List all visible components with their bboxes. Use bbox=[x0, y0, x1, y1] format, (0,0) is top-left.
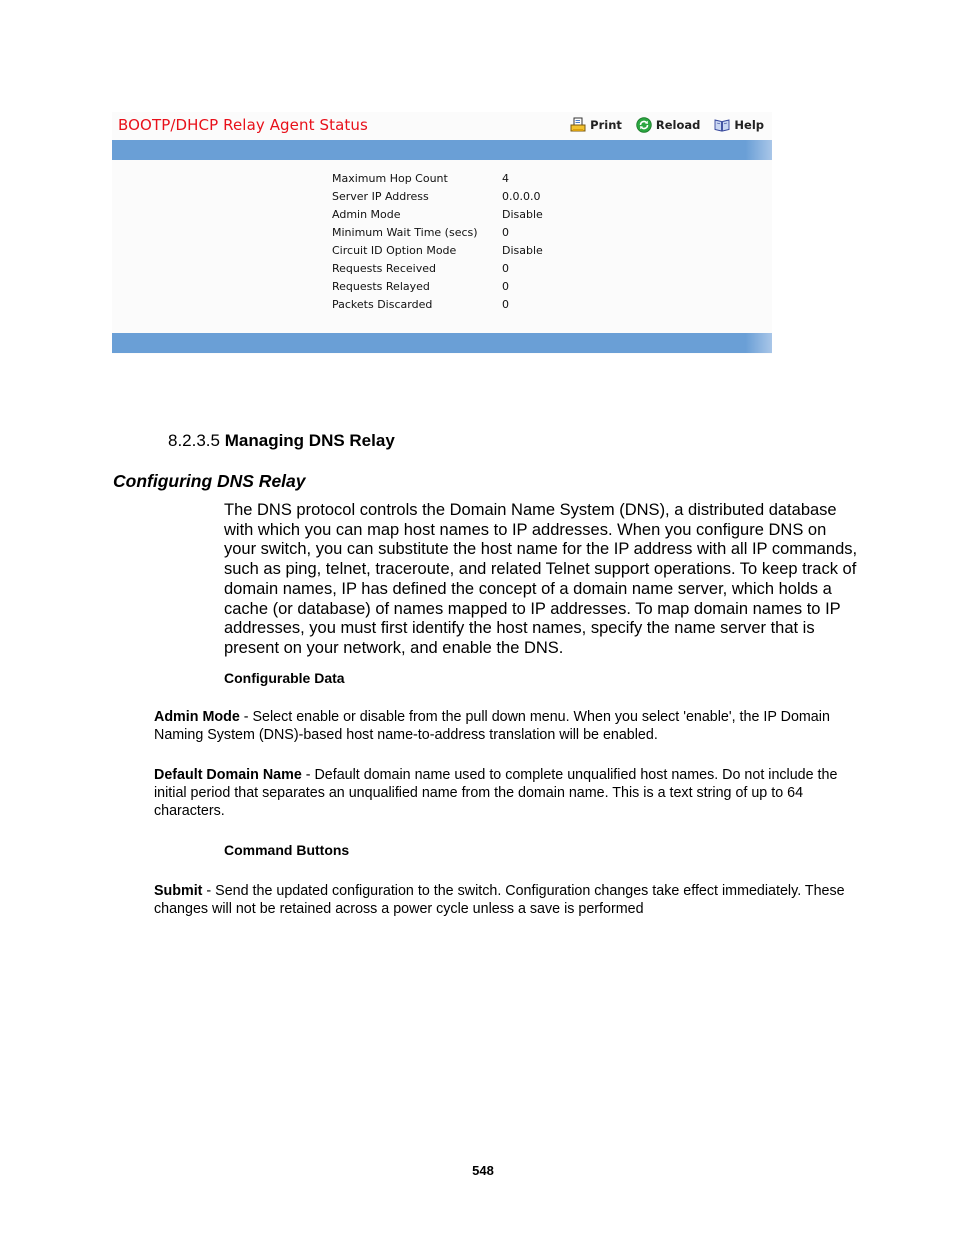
row-label: Admin Mode bbox=[332, 208, 401, 221]
footer-bar bbox=[112, 333, 772, 353]
field-name: Admin Mode bbox=[154, 709, 240, 725]
intro-paragraph: The DNS protocol controls the Domain Nam… bbox=[224, 501, 858, 657]
header-bar bbox=[112, 140, 772, 160]
book-icon bbox=[714, 119, 730, 132]
table-row: Circuit ID Option Mode Disable bbox=[332, 242, 543, 260]
printer-icon bbox=[570, 117, 586, 132]
page-number: 548 bbox=[472, 1163, 494, 1178]
print-label: Print bbox=[590, 118, 622, 132]
table-row: Packets Discarded 0 bbox=[332, 296, 543, 314]
row-value: 0 bbox=[502, 226, 509, 239]
row-label: Requests Received bbox=[332, 262, 436, 275]
panel-toolbar: Print Reload Help bbox=[570, 117, 764, 133]
field-description: Admin Mode - Select enable or disable fr… bbox=[154, 708, 860, 744]
panel-title: BOOTP/DHCP Relay Agent Status bbox=[118, 116, 368, 134]
field-text: - Select enable or disable from the pull… bbox=[154, 709, 830, 743]
button-text: - Send the updated configuration to the … bbox=[154, 883, 845, 917]
section-number: 8.2.3.5 bbox=[168, 431, 220, 450]
row-value: 0 bbox=[502, 280, 509, 293]
row-value: 0 bbox=[502, 298, 509, 311]
row-label: Server IP Address bbox=[332, 190, 429, 203]
section-title: Managing DNS Relay bbox=[224, 431, 395, 450]
row-label: Packets Discarded bbox=[332, 298, 433, 311]
configurable-data-heading: Configurable Data bbox=[224, 670, 345, 686]
row-label: Requests Relayed bbox=[332, 280, 430, 293]
command-buttons-heading: Command Buttons bbox=[224, 842, 350, 858]
table-row: Server IP Address 0.0.0.0 bbox=[332, 188, 543, 206]
field-name: Default Domain Name bbox=[154, 767, 302, 783]
button-description: Submit - Send the updated configuration … bbox=[154, 882, 860, 918]
row-label: Maximum Hop Count bbox=[332, 172, 448, 185]
help-button[interactable]: Help bbox=[714, 117, 764, 133]
reload-label: Reload bbox=[655, 118, 701, 132]
row-label: Minimum Wait Time (secs) bbox=[332, 226, 478, 239]
reload-button[interactable]: Reload bbox=[636, 117, 701, 133]
row-value: 4 bbox=[502, 172, 509, 185]
row-value: Disable bbox=[502, 244, 543, 257]
table-row: Requests Relayed 0 bbox=[332, 278, 543, 296]
field-description: Default Domain Name - Default domain nam… bbox=[154, 766, 860, 820]
print-button[interactable]: Print bbox=[570, 117, 622, 133]
reload-icon bbox=[636, 117, 652, 133]
table-row: Requests Received 0 bbox=[332, 260, 543, 278]
button-name: Submit bbox=[154, 883, 203, 899]
table-row: Minimum Wait Time (secs) 0 bbox=[332, 224, 543, 242]
row-value: 0 bbox=[502, 262, 509, 275]
section-heading: 8.2.3.5 Managing DNS Relay bbox=[168, 431, 395, 451]
row-value: 0.0.0.0 bbox=[502, 190, 541, 203]
relay-status-panel: BOOTP/DHCP Relay Agent Status Print Relo… bbox=[112, 112, 772, 354]
subsection-heading: Configuring DNS Relay bbox=[113, 471, 306, 491]
table-row: Admin Mode Disable bbox=[332, 206, 543, 224]
row-label: Circuit ID Option Mode bbox=[332, 244, 457, 257]
row-value: Disable bbox=[502, 208, 543, 221]
relay-status-table: Maximum Hop Count 4 Server IP Address 0.… bbox=[332, 170, 543, 314]
table-row: Maximum Hop Count 4 bbox=[332, 170, 543, 188]
help-label: Help bbox=[734, 118, 764, 132]
